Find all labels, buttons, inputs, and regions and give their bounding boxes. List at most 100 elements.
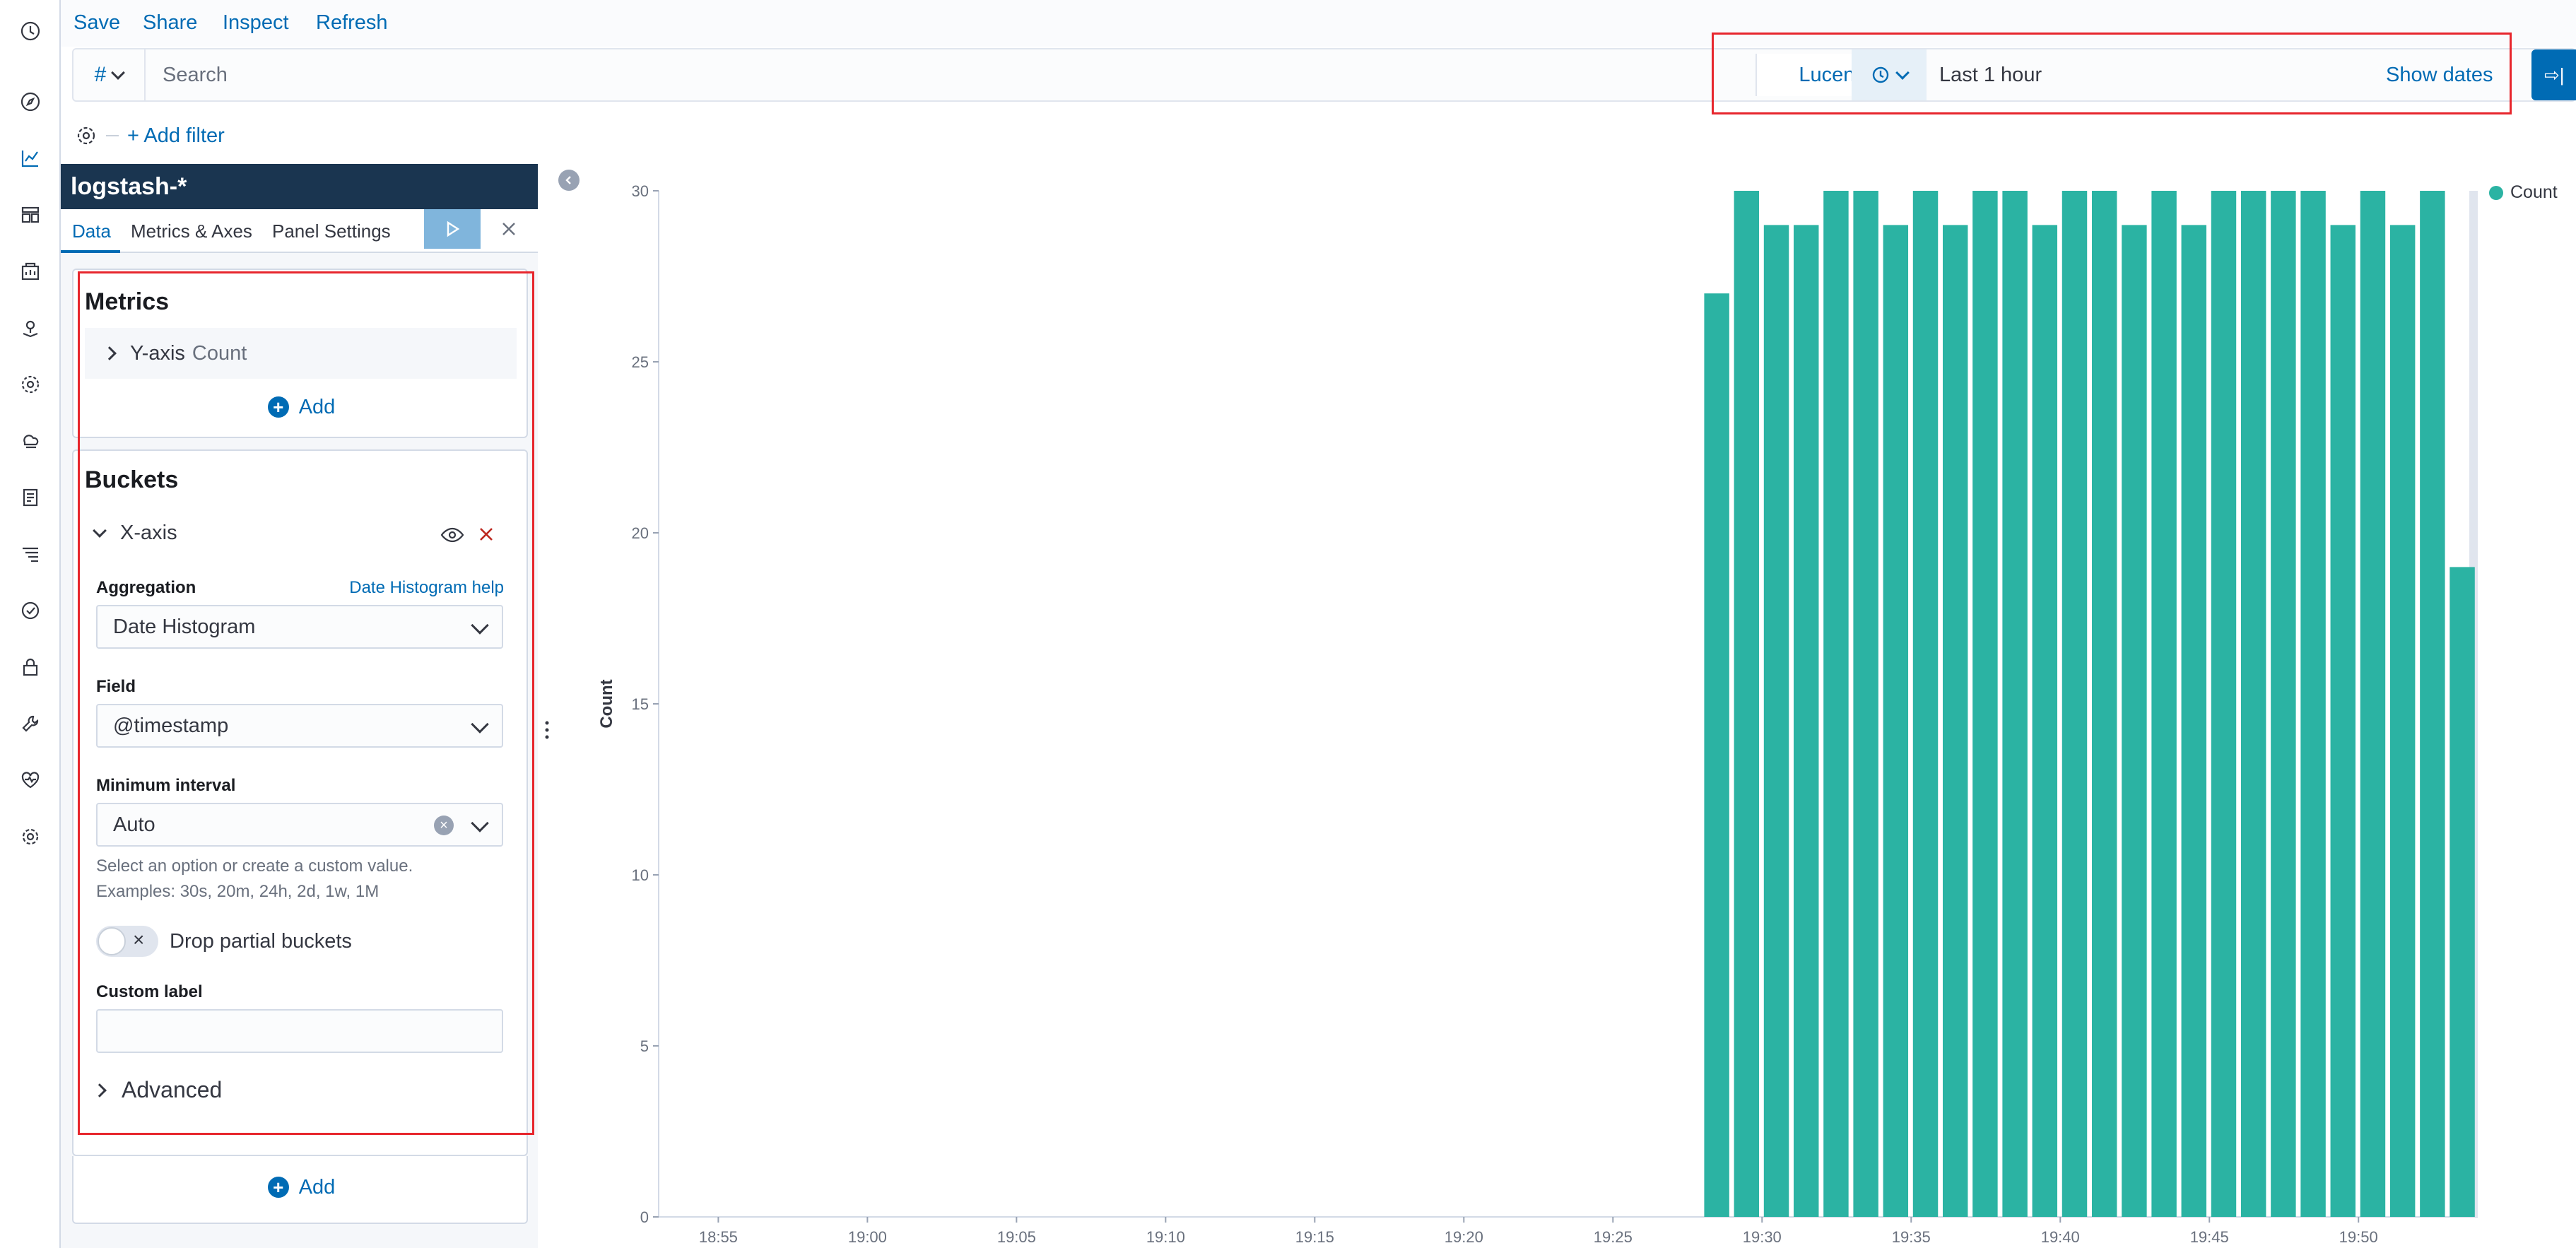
bar [2271, 191, 2296, 1217]
advanced-toggle[interactable]: Advanced [93, 1077, 223, 1103]
bar [2211, 191, 2237, 1217]
x-axis-toggle[interactable]: X-axis [93, 522, 177, 545]
custom-label-input[interactable] [96, 1009, 503, 1053]
y-axis-label: Y-axis [130, 341, 185, 365]
inspect-link[interactable]: Inspect [223, 11, 289, 35]
toggle-visibility-eye-icon[interactable] [440, 524, 465, 546]
bar [2330, 225, 2356, 1217]
dev-tools-wrench-icon[interactable] [13, 707, 47, 741]
top-nav-menu: Save Share Inspect Refresh [61, 0, 2576, 47]
query-language-menu-button[interactable]: # [73, 49, 146, 100]
x-tick-label: 18:55 [699, 1228, 738, 1246]
add-filter-button[interactable]: + Add filter [127, 124, 225, 148]
drop-partial-buckets-switch[interactable]: × [96, 926, 158, 957]
bar [1883, 225, 1909, 1217]
filter-divider [106, 135, 119, 136]
save-link[interactable]: Save [73, 11, 120, 35]
x-tick-label: 19:35 [1892, 1228, 1931, 1246]
time-range-label[interactable]: Last 1 hour [1939, 64, 2042, 87]
x-tick-label: 19:15 [1295, 1228, 1334, 1246]
discard-changes-button[interactable] [489, 209, 529, 249]
switch-knob [98, 927, 126, 955]
aggregation-select[interactable]: Date Histogram [96, 605, 503, 649]
quick-menu-button[interactable] [1852, 49, 1927, 100]
x-tick-label: 19:25 [1594, 1228, 1633, 1246]
bar [1912, 191, 1939, 1217]
logs-icon[interactable] [13, 481, 47, 514]
share-link[interactable]: Share [143, 11, 197, 35]
chevron-down-icon [1895, 66, 1910, 80]
ml-icon[interactable] [13, 367, 47, 401]
tab-data[interactable]: Data [72, 220, 111, 242]
bar [1972, 191, 1998, 1217]
interval-combobox[interactable]: Auto × [96, 803, 503, 847]
bar [2122, 225, 2147, 1217]
x-tick-label: 19:20 [1445, 1228, 1483, 1246]
y-tick-label: 25 [632, 353, 649, 371]
plus-circle-icon: + [267, 1177, 289, 1198]
tab-panel-settings[interactable]: Panel Settings [272, 220, 391, 242]
date-histogram-help-link[interactable]: Date Histogram help [349, 578, 504, 598]
recent-clock-icon[interactable] [13, 14, 47, 48]
show-dates-button[interactable]: Show dates [2386, 64, 2493, 87]
interval-help-line-2: Examples: 30s, 20m, 24h, 2d, 1w, 1M [96, 882, 380, 901]
sidebar-resize-handle[interactable] [544, 719, 550, 741]
y-axis-agg-type: Count [192, 341, 247, 365]
filter-bar: + Add filter [72, 117, 225, 154]
chart-legend[interactable]: Count [2489, 182, 2558, 203]
x-axis-label: X-axis [120, 522, 177, 544]
y-axis-title: Count [597, 679, 616, 728]
bar [1704, 293, 1729, 1218]
y-axis-agg-toggle[interactable]: Y-axis Count [85, 328, 517, 379]
bar [1734, 191, 1760, 1217]
legend-swatch [2489, 185, 2503, 200]
add-metric-button[interactable]: + Add [73, 386, 529, 428]
remove-bucket-icon[interactable] [476, 524, 496, 544]
visualize-icon[interactable] [13, 141, 47, 175]
y-tick-label: 20 [632, 524, 649, 542]
side-nav [0, 0, 61, 1248]
field-value: @timestamp [113, 714, 229, 737]
collapse-sidebar-button[interactable] [558, 170, 580, 191]
y-tick-label: 10 [632, 866, 649, 884]
clear-icon[interactable]: × [434, 816, 454, 835]
dashboard-icon[interactable] [13, 198, 47, 232]
advanced-label: Advanced [122, 1077, 223, 1102]
bar [2091, 191, 2117, 1217]
update-query-button[interactable]: ⇨| [2531, 49, 2576, 100]
x-tick-label: 19:40 [2041, 1228, 2080, 1246]
bar [2420, 191, 2445, 1217]
field-select[interactable]: @timestamp [96, 704, 503, 748]
x-tick-label: 19:00 [848, 1228, 887, 1246]
discover-compass-icon[interactable] [13, 85, 47, 119]
management-gear-icon[interactable] [13, 820, 47, 854]
siem-lock-icon[interactable] [13, 650, 47, 684]
bar [2181, 225, 2207, 1217]
y-tick-label: 5 [640, 1037, 649, 1055]
chevron-right-icon [93, 1083, 107, 1097]
monitoring-heart-icon[interactable] [13, 763, 47, 797]
refresh-arrow-icon: ⇨| [2544, 64, 2565, 86]
cross-icon: × [133, 929, 145, 950]
x-tick-label: 19:30 [1743, 1228, 1782, 1246]
index-pattern-title: logstash-* [61, 164, 538, 209]
interval-label: Minimum interval [96, 776, 236, 795]
bar [2389, 225, 2416, 1217]
chevron-left-icon [565, 176, 571, 184]
refresh-link[interactable]: Refresh [316, 11, 388, 35]
uptime-icon[interactable] [13, 594, 47, 628]
tab-metrics-axes[interactable]: Metrics & Axes [131, 220, 252, 242]
bar [2360, 191, 2386, 1217]
filter-options-gear-icon[interactable] [72, 122, 100, 150]
maps-icon[interactable] [13, 311, 47, 345]
apply-changes-button[interactable] [424, 209, 481, 249]
search-input[interactable]: Search [147, 49, 1772, 100]
bar [2002, 191, 2028, 1217]
bar [2449, 567, 2475, 1217]
y-tick-label: 15 [632, 695, 649, 713]
add-bucket-button[interactable]: + Add [73, 1166, 529, 1208]
infrastructure-icon[interactable] [13, 424, 47, 458]
canvas-icon[interactable] [13, 254, 47, 288]
apm-icon[interactable] [13, 537, 47, 571]
close-icon [502, 223, 515, 235]
